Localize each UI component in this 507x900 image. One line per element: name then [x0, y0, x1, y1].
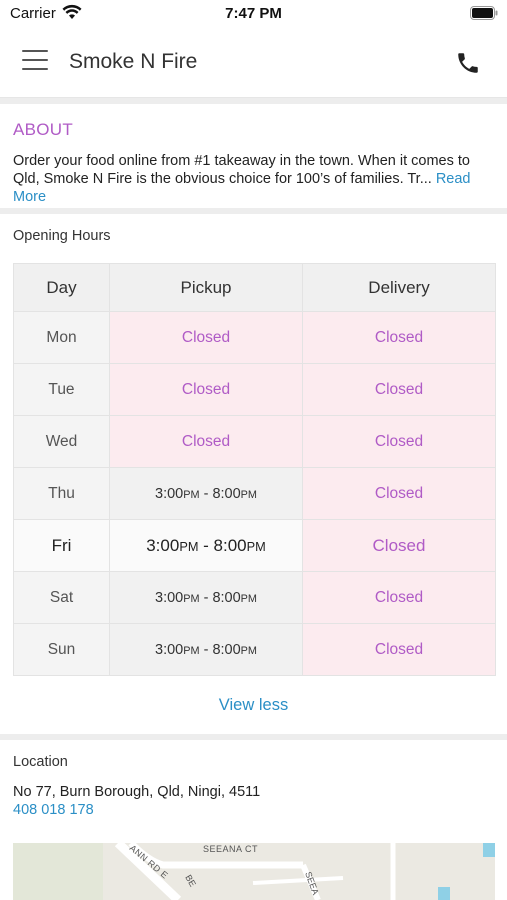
location-section: Location No 77, Burn Borough, Qld, Ningi…: [0, 742, 507, 900]
table-row: Thu 3:00PM - 8:00PM Closed: [13, 467, 496, 520]
status-time: 7:47 PM: [225, 5, 282, 22]
table-row: Fri 3:00PM - 8:00PM Closed: [13, 519, 496, 572]
location-map[interactable]: SEEANA CT ANN RD E BE SEEA: [13, 843, 495, 900]
location-phone-link[interactable]: 408 018 178: [13, 802, 94, 818]
opening-hours-label: Opening Hours: [13, 228, 111, 244]
table-row: Wed Closed Closed: [13, 415, 496, 468]
location-address: No 77, Burn Borough, Qld, Ningi, 4511: [13, 784, 261, 800]
ampm: PM: [240, 644, 257, 657]
map-label: SEEANA CT: [203, 844, 258, 854]
column-header-day: Day: [13, 263, 110, 312]
table-row: Mon Closed Closed: [13, 311, 496, 364]
about-title: ABOUT: [13, 120, 74, 139]
pickup-cell: 3:00PM - 8:00PM: [109, 519, 303, 572]
time-from: 3:00: [155, 485, 184, 502]
delivery-cell: Closed: [302, 571, 496, 624]
column-header-delivery: Delivery: [302, 263, 496, 312]
pickup-cell: 3:00PM - 8:00PM: [109, 467, 303, 520]
delivery-cell: Closed: [302, 519, 496, 572]
day-cell: Sun: [13, 623, 110, 676]
about-text: Order your food online from #1 takeaway …: [13, 152, 499, 206]
time-separator: -: [199, 641, 213, 658]
day-cell: Thu: [13, 467, 110, 520]
opening-hours-table: Day Pickup Delivery Mon Closed Closed Tue Cl…: [13, 263, 496, 676]
day-cell: Tue: [13, 363, 110, 416]
ampm: PM: [240, 488, 257, 501]
time-to: 8:00: [212, 641, 241, 658]
ampm: PM: [183, 488, 200, 501]
delivery-cell: Closed: [302, 363, 496, 416]
day-cell: Mon: [13, 311, 110, 364]
app-title: Smoke N Fire: [69, 50, 198, 73]
time-to: 8:00: [212, 589, 241, 606]
time-separator: -: [198, 535, 214, 555]
table-header-row: Day Pickup Delivery: [13, 263, 496, 312]
status-bar: Carrier 7:47 PM: [0, 0, 507, 28]
column-header-pickup: Pickup: [109, 263, 303, 312]
pickup-cell: Closed: [109, 415, 303, 468]
map-graphic: SEEANA CT ANN RD E BE SEEA: [13, 843, 495, 900]
day-cell: Sat: [13, 571, 110, 624]
table-row: Tue Closed Closed: [13, 363, 496, 416]
section-divider: [0, 734, 507, 740]
day-cell: Fri: [13, 519, 110, 572]
phone-icon[interactable]: [455, 50, 481, 76]
opening-hours-section: Opening Hours Day Pickup Delivery Mon Clo…: [0, 214, 507, 734]
pickup-cell: 3:00PM - 8:00PM: [109, 571, 303, 624]
hamburger-menu-icon[interactable]: [22, 50, 48, 74]
table-row: Sun 3:00PM - 8:00PM Closed: [13, 623, 496, 676]
battery-icon: [470, 6, 498, 20]
time-from: 3:00: [146, 535, 180, 555]
time-to: 8:00: [213, 535, 247, 555]
delivery-cell: Closed: [302, 415, 496, 468]
about-section: ABOUT Order your food online from #1 tak…: [0, 104, 507, 208]
pickup-cell: Closed: [109, 363, 303, 416]
table-row: Sat 3:00PM - 8:00PM Closed: [13, 571, 496, 624]
pickup-cell: 3:00PM - 8:00PM: [109, 623, 303, 676]
ampm: PM: [240, 592, 257, 605]
ampm: PM: [246, 538, 266, 554]
location-label: Location: [13, 754, 68, 770]
delivery-cell: Closed: [302, 467, 496, 520]
app-header: Smoke N Fire: [0, 28, 507, 98]
time-to: 8:00: [212, 485, 241, 502]
day-cell: Wed: [13, 415, 110, 468]
pickup-cell: Closed: [109, 311, 303, 364]
time-separator: -: [199, 589, 213, 606]
time-separator: -: [199, 485, 213, 502]
view-less-link[interactable]: View less: [0, 696, 507, 715]
time-from: 3:00: [155, 589, 184, 606]
ampm: PM: [183, 644, 200, 657]
ampm: PM: [179, 538, 199, 554]
delivery-cell: Closed: [302, 623, 496, 676]
about-description: Order your food online from #1 takeaway …: [13, 153, 470, 187]
time-from: 3:00: [155, 641, 184, 658]
delivery-cell: Closed: [302, 311, 496, 364]
ampm: PM: [183, 592, 200, 605]
